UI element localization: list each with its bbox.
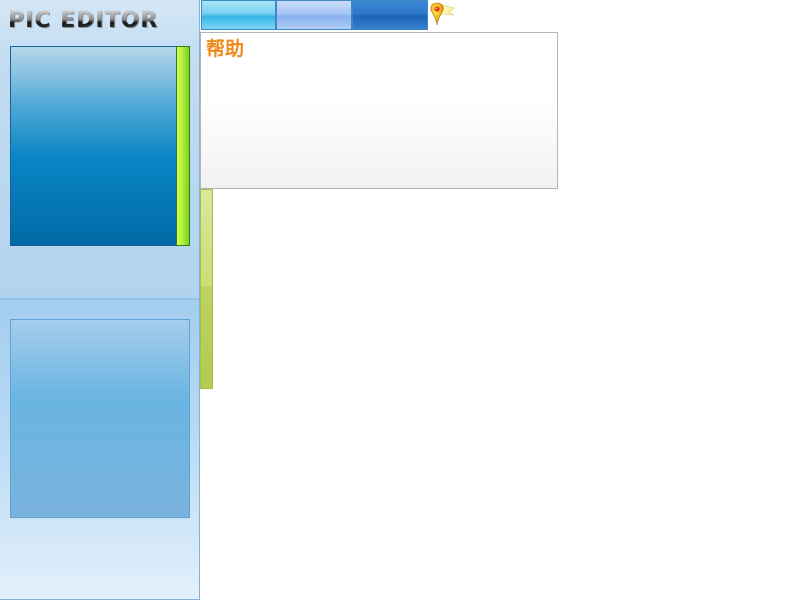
map-pin-icon[interactable] xyxy=(428,0,458,30)
thumbnail-panel[interactable] xyxy=(10,319,190,518)
sidebar-divider xyxy=(0,298,199,300)
tab-2[interactable] xyxy=(276,0,352,30)
vertical-slider[interactable] xyxy=(176,46,190,246)
image-preview[interactable] xyxy=(10,46,177,246)
sidebar: PIC EDITOR PIC EDITOR xyxy=(0,0,200,600)
app-window: PIC EDITOR PIC EDITOR xyxy=(0,0,800,600)
side-scrollbar[interactable] xyxy=(200,189,213,389)
scrollbar-thumb[interactable] xyxy=(201,286,212,388)
tab-1[interactable] xyxy=(201,0,276,30)
tab-3[interactable] xyxy=(352,0,428,30)
help-panel: 帮助 xyxy=(200,32,558,189)
app-logo: PIC EDITOR xyxy=(8,6,158,36)
help-title: 帮助 xyxy=(206,38,245,60)
